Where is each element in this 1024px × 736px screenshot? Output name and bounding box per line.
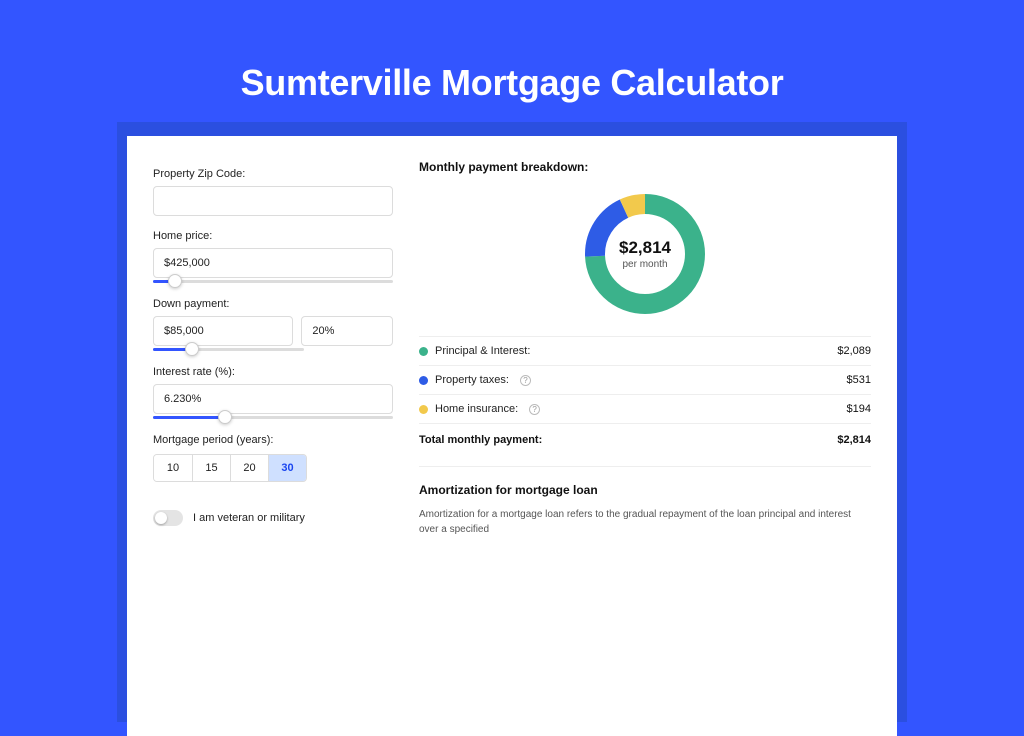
dot-icon <box>419 376 428 385</box>
total-value: $2,814 <box>837 434 871 446</box>
legend-row-insurance: Home insurance: ? $194 <box>419 394 871 423</box>
donut-amount: $2,814 <box>619 238 671 258</box>
legend-row-taxes: Property taxes: ? $531 <box>419 365 871 394</box>
rate-label: Interest rate (%): <box>153 366 393 378</box>
info-icon[interactable]: ? <box>529 404 540 415</box>
total-label: Total monthly payment: <box>419 434 542 446</box>
price-slider[interactable] <box>153 276 393 288</box>
legend-label: Property taxes: <box>435 374 509 386</box>
zip-input[interactable] <box>153 186 393 216</box>
calculator-band: Property Zip Code: Home price: Down paym… <box>117 122 907 722</box>
legend-label: Home insurance: <box>435 403 518 415</box>
amort-title: Amortization for mortgage loan <box>419 483 871 497</box>
donut-chart: $2,814 per month <box>419 184 871 336</box>
info-icon[interactable]: ? <box>520 375 531 386</box>
amort-section: Amortization for mortgage loan Amortizat… <box>419 466 871 537</box>
down-slider[interactable] <box>153 344 304 356</box>
page-title: Sumterville Mortgage Calculator <box>241 62 784 104</box>
period-30[interactable]: 30 <box>268 455 306 481</box>
form-panel: Property Zip Code: Home price: Down paym… <box>153 160 393 736</box>
down-pct-input[interactable] <box>301 316 393 346</box>
rate-input[interactable] <box>153 384 393 414</box>
rate-slider[interactable] <box>153 412 393 424</box>
legend: Principal & Interest: $2,089 Property ta… <box>419 336 871 423</box>
veteran-toggle[interactable] <box>153 510 183 526</box>
legend-row-principal: Principal & Interest: $2,089 <box>419 336 871 365</box>
period-10[interactable]: 10 <box>154 455 192 481</box>
legend-label: Principal & Interest: <box>435 345 530 357</box>
dot-icon <box>419 405 428 414</box>
legend-value: $531 <box>847 374 871 386</box>
breakdown-panel: Monthly payment breakdown: $2,814 per mo… <box>419 160 871 736</box>
down-input[interactable] <box>153 316 293 346</box>
period-15[interactable]: 15 <box>192 455 230 481</box>
donut-sub: per month <box>622 259 667 270</box>
period-label: Mortgage period (years): <box>153 434 393 446</box>
price-label: Home price: <box>153 230 393 242</box>
page: Sumterville Mortgage Calculator Property… <box>0 0 1024 512</box>
down-label: Down payment: <box>153 298 393 310</box>
veteran-label: I am veteran or military <box>193 512 305 524</box>
period-group: 10 15 20 30 <box>153 454 307 482</box>
calculator-card: Property Zip Code: Home price: Down paym… <box>127 136 897 736</box>
dot-icon <box>419 347 428 356</box>
period-20[interactable]: 20 <box>230 455 268 481</box>
legend-value: $194 <box>847 403 871 415</box>
price-input[interactable] <box>153 248 393 278</box>
legend-value: $2,089 <box>837 345 871 357</box>
breakdown-title: Monthly payment breakdown: <box>419 160 871 174</box>
zip-label: Property Zip Code: <box>153 168 393 180</box>
veteran-row: I am veteran or military <box>153 510 393 526</box>
total-row: Total monthly payment: $2,814 <box>419 423 871 456</box>
